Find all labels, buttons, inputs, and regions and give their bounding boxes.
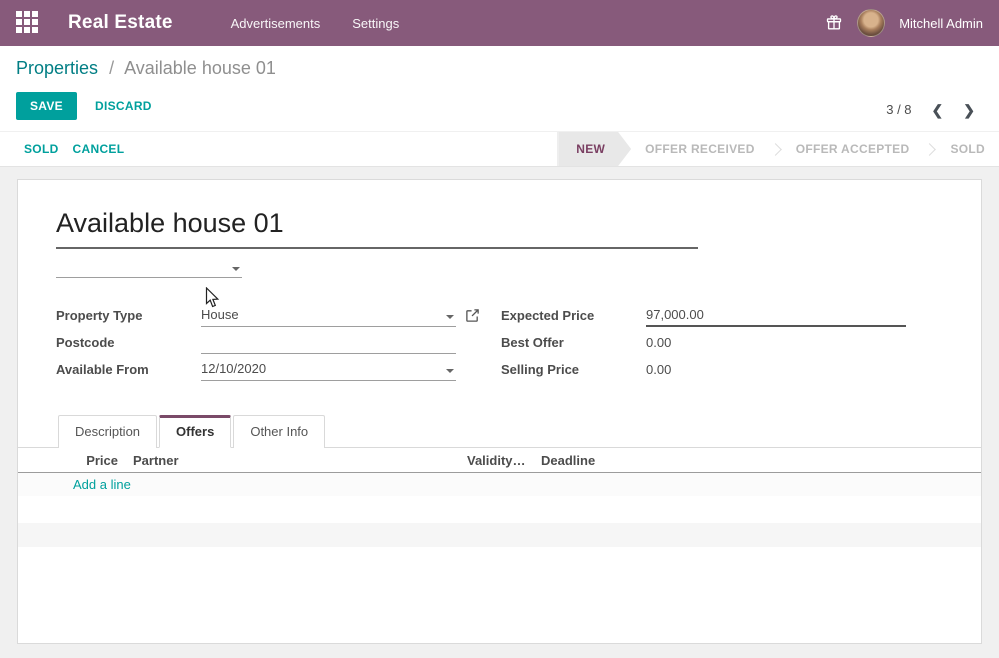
chevron-separator-icon xyxy=(769,143,782,156)
gift-icon[interactable] xyxy=(825,14,843,32)
field-postcode: Postcode xyxy=(56,327,456,354)
tags-input[interactable] xyxy=(56,258,242,278)
field-label: Postcode xyxy=(56,335,201,354)
tab-description[interactable]: Description xyxy=(58,415,157,448)
app-name[interactable]: Real Estate xyxy=(68,12,173,34)
chevron-left-icon[interactable]: ❮ xyxy=(932,103,944,117)
sold-button[interactable]: SOLD xyxy=(24,142,59,156)
caret-down-icon xyxy=(446,369,454,373)
save-button[interactable]: SAVE xyxy=(16,92,77,120)
menu-advertisements[interactable]: Advertisements xyxy=(229,10,323,37)
cancel-button[interactable]: CANCEL xyxy=(73,142,125,156)
discard-button[interactable]: DISCARD xyxy=(95,99,152,113)
apps-grid-icon[interactable] xyxy=(16,11,40,35)
notebook: Description Offers Other Info Price Part… xyxy=(18,415,981,547)
status-step-offer-received[interactable]: OFFER RECEIVED xyxy=(631,132,769,166)
status-step-offer-accepted[interactable]: OFFER ACCEPTED xyxy=(782,132,924,166)
user-avatar[interactable] xyxy=(857,9,885,37)
column-header-price[interactable]: Price xyxy=(18,453,122,468)
statusbar: NEW OFFER RECEIVED OFFER ACCEPTED SOLD xyxy=(557,132,999,166)
status-step-sold[interactable]: SOLD xyxy=(936,132,999,166)
breadcrumb-current: Available house 01 xyxy=(124,58,276,78)
column-header-deadline[interactable]: Deadline xyxy=(541,453,981,468)
field-group-right: Expected Price 97,000.00 Best Offer 0.00… xyxy=(501,300,906,381)
empty-table-row xyxy=(18,496,981,523)
available-from-value: 12/10/2020 xyxy=(201,361,446,377)
tab-offers[interactable]: Offers xyxy=(159,415,231,448)
breadcrumb-properties[interactable]: Properties xyxy=(16,58,98,78)
field-expected-price: Expected Price 97,000.00 xyxy=(501,300,906,327)
nav-menu: Advertisements Settings xyxy=(229,10,402,37)
field-property-type: Property Type House xyxy=(56,300,456,327)
menu-settings[interactable]: Settings xyxy=(350,10,401,37)
top-navbar: Real Estate Advertisements Settings Mitc… xyxy=(0,0,999,46)
breadcrumb: Properties / Available house 01 xyxy=(16,58,983,79)
column-header-partner[interactable]: Partner xyxy=(122,453,467,468)
caret-down-icon xyxy=(446,315,454,319)
postcode-value xyxy=(201,334,456,350)
chevron-right-icon[interactable]: ❯ xyxy=(963,103,975,117)
control-panel-buttons: SAVE DISCARD xyxy=(16,91,983,121)
sheet-background: Available house 01 Property Type House xyxy=(0,167,999,644)
pager-count: 3 / 8 xyxy=(886,102,911,117)
systray: Mitchell Admin xyxy=(825,9,983,37)
field-selling-price: Selling Price 0.00 xyxy=(501,354,906,381)
offers-table-header: Price Partner Validity… Deadline xyxy=(18,448,981,473)
selling-price-value: 0.00 xyxy=(646,362,906,381)
form-sheet: Available house 01 Property Type House xyxy=(17,179,982,644)
control-panel: Properties / Available house 01 SAVE DIS… xyxy=(0,46,999,131)
add-a-line-link[interactable]: Add a line xyxy=(73,477,131,492)
chevron-separator-icon xyxy=(924,143,937,156)
tab-bar: Description Offers Other Info xyxy=(18,415,981,448)
breadcrumb-separator: / xyxy=(109,58,114,78)
available-from-input[interactable]: 12/10/2020 xyxy=(201,361,456,381)
field-label: Selling Price xyxy=(501,362,646,381)
status-step-new[interactable]: NEW xyxy=(558,132,631,166)
add-line-row: Add a line xyxy=(18,473,981,496)
field-best-offer: Best Offer 0.00 xyxy=(501,327,906,354)
offers-table: Price Partner Validity… Deadline Add a l… xyxy=(18,448,981,547)
property-type-input[interactable]: House xyxy=(201,307,456,327)
action-bar: SOLD CANCEL NEW OFFER RECEIVED OFFER ACC… xyxy=(0,131,999,167)
tab-other-info[interactable]: Other Info xyxy=(233,415,325,448)
field-group: Property Type House Postcode xyxy=(56,300,943,381)
field-available-from: Available From 12/10/2020 xyxy=(56,354,456,381)
field-label: Property Type xyxy=(56,308,201,327)
field-label: Available From xyxy=(56,362,201,381)
pager: 3 / 8 ❮ ❯ xyxy=(886,102,975,117)
external-link-icon[interactable] xyxy=(465,308,480,323)
best-offer-value: 0.00 xyxy=(646,335,906,354)
user-name[interactable]: Mitchell Admin xyxy=(899,16,983,31)
property-name-input[interactable]: Available house 01 xyxy=(56,208,698,249)
caret-down-icon xyxy=(232,267,240,271)
expected-price-value: 97,000.00 xyxy=(646,307,906,323)
field-label: Expected Price xyxy=(501,308,646,327)
action-buttons: SOLD CANCEL xyxy=(0,132,124,166)
property-type-value: House xyxy=(201,307,446,323)
field-group-left: Property Type House Postcode xyxy=(56,300,456,381)
empty-table-row xyxy=(18,523,981,547)
postcode-input[interactable] xyxy=(201,334,456,354)
expected-price-input[interactable]: 97,000.00 xyxy=(646,307,906,327)
column-header-validity[interactable]: Validity… xyxy=(467,453,541,468)
field-label: Best Offer xyxy=(501,335,646,354)
